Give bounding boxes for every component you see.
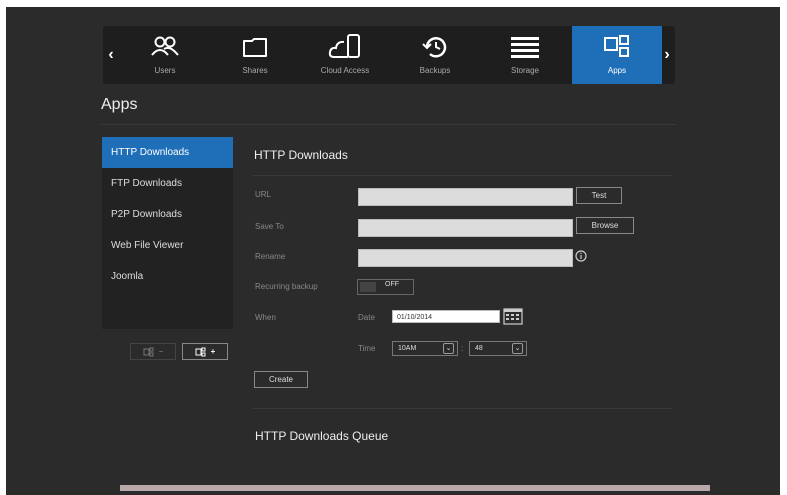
nav-label: Cloud Access [320,66,370,75]
info-icon[interactable] [575,249,587,267]
nav-item-apps[interactable]: Apps [572,26,662,84]
app-window: ‹ Users Shares Cloud Access Backups Stor… [6,7,780,495]
divider [252,175,672,176]
page-title: Apps [101,96,138,113]
hour-select[interactable]: 10AM ⌄ [392,341,458,356]
divider [101,124,676,125]
queue-title: HTTP Downloads Queue [255,429,389,443]
rename-input[interactable] [358,249,573,267]
nav-item-storage[interactable]: Storage [480,26,570,84]
minute-select[interactable]: 48 ⌄ [469,341,527,356]
users-icon [120,32,210,62]
apps-icon [572,32,662,62]
nav-item-cloud-access[interactable]: Cloud Access [300,26,390,84]
hour-value: 10AM [398,345,417,352]
history-icon [390,32,480,62]
url-label: URL [255,190,272,199]
taskbar-strip [120,485,710,491]
time-label: Time [358,344,376,353]
nav-label: Storage [510,66,540,75]
recurring-backup-toggle[interactable]: OFF [357,279,414,295]
add-app-button[interactable]: + [182,343,228,360]
chevron-down-icon: ⌄ [512,343,523,354]
toggle-knob [360,282,376,292]
storage-icon [480,32,570,62]
nav-label: Shares [242,66,268,75]
sidebar-item-http-downloads[interactable]: HTTP Downloads [102,137,233,168]
apps-small-icon [143,347,154,356]
minus-icon: − [158,347,164,356]
minute-value: 48 [475,345,483,352]
toggle-state: OFF [385,281,399,288]
url-input[interactable] [358,188,573,206]
cloud-device-icon [300,32,390,62]
nav-item-users[interactable]: Users [120,26,210,84]
time-separator: : [461,344,464,353]
top-nav: ‹ Users Shares Cloud Access Backups Stor… [103,26,675,84]
when-label: When [255,313,276,322]
section-title: HTTP Downloads [254,148,348,162]
nav-label: Users [154,66,176,75]
test-button[interactable]: Test [576,187,622,204]
chevron-down-icon: ⌄ [443,343,454,354]
nav-item-backups[interactable]: Backups [390,26,480,84]
date-label: Date [358,313,375,322]
remove-app-button[interactable]: − [130,343,176,360]
calendar-icon[interactable] [503,307,523,330]
nav-left-arrow-icon[interactable]: ‹ [103,26,119,84]
sidebar-item-web-file-viewer[interactable]: Web File Viewer [102,230,233,261]
recurring-backup-label: Recurring backup [255,282,318,291]
sidebar-item-p2p-downloads[interactable]: P2P Downloads [102,199,233,230]
rename-label: Rename [255,252,286,261]
create-button[interactable]: Create [254,371,308,388]
sidebar-item-ftp-downloads[interactable]: FTP Downloads [102,168,233,199]
folder-icon [210,32,300,62]
app-list: HTTP Downloads FTP Downloads P2P Downloa… [102,137,233,329]
nav-label: Backups [419,66,451,75]
nav-item-shares[interactable]: Shares [210,26,300,84]
sidebar-item-joomla[interactable]: Joomla [102,261,233,292]
apps-small-icon [195,347,206,356]
save-to-label: Save To [255,222,284,231]
plus-icon: + [210,347,216,356]
divider [252,408,672,409]
save-to-input[interactable] [358,219,573,237]
nav-right-arrow-icon[interactable]: › [659,26,675,84]
browse-button[interactable]: Browse [576,217,634,234]
nav-label: Apps [607,66,627,75]
date-input[interactable]: 01/10/2014 [392,310,500,323]
